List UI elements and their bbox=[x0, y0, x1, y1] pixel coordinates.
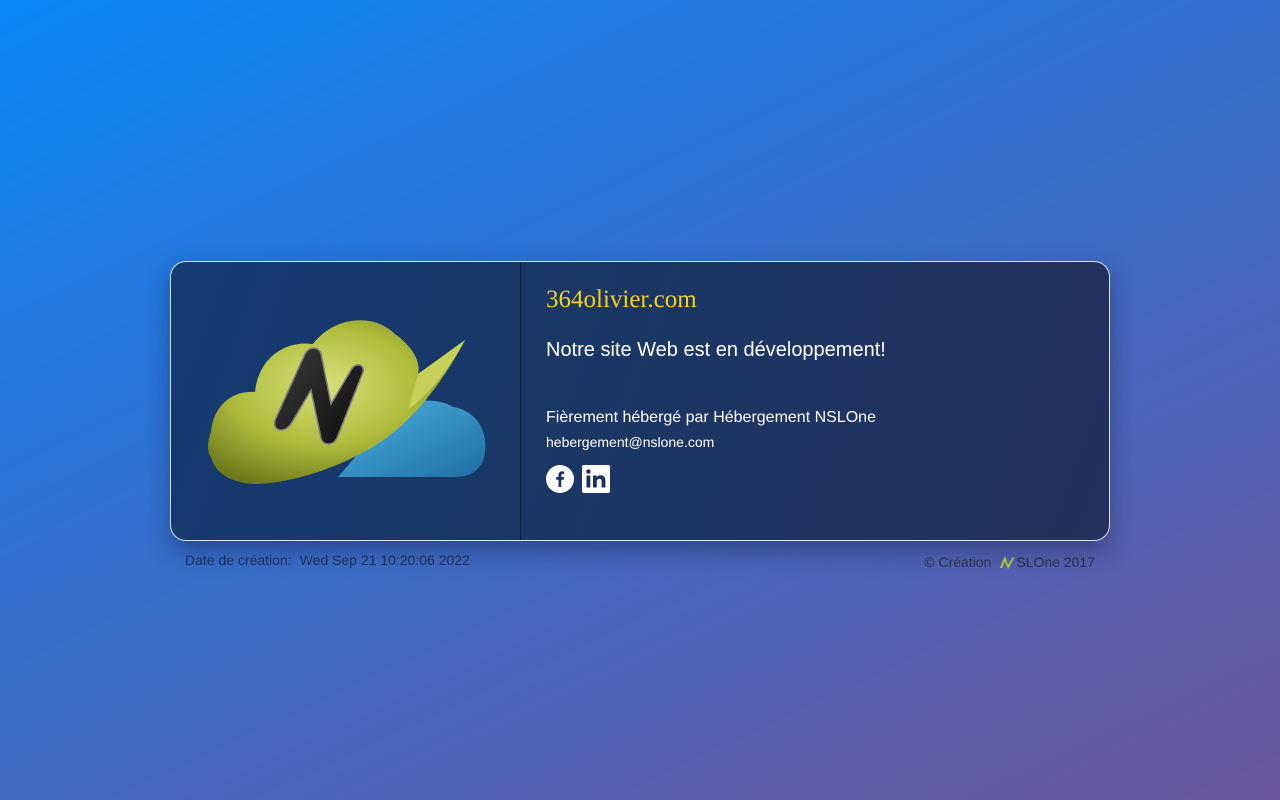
logo-panel bbox=[171, 262, 521, 540]
copyright-brand: SLOne 2017 bbox=[1016, 554, 1095, 570]
nslone-n-icon bbox=[1000, 556, 1015, 569]
creation-date: Date de création: Wed Sep 21 10:20:06 202… bbox=[185, 552, 470, 568]
linkedin-icon bbox=[582, 465, 610, 493]
creation-date-label: Date de création: bbox=[185, 552, 292, 568]
copyright: © Création SLOne 2017 bbox=[924, 554, 1095, 570]
nslone-cloud-logo bbox=[208, 320, 486, 484]
site-title: 364olivier.com bbox=[546, 286, 697, 313]
info-panel: 364olivier.com Notre site Web est en dév… bbox=[546, 262, 1109, 540]
creation-date-value: Wed Sep 21 10:20:06 2022 bbox=[299, 552, 470, 568]
tagline: Notre site Web est en développement! bbox=[546, 339, 886, 361]
facebook-icon bbox=[546, 465, 574, 493]
linkedin-link[interactable] bbox=[582, 465, 610, 493]
facebook-link[interactable] bbox=[546, 465, 574, 493]
email-link[interactable]: hebergement@nslone.com bbox=[546, 434, 714, 450]
info-card: 364olivier.com Notre site Web est en dév… bbox=[170, 261, 1110, 541]
hosting-text: Fièrement hébergé par Hébergement NSLOne bbox=[546, 409, 876, 426]
copyright-prefix: © Création bbox=[924, 554, 992, 570]
